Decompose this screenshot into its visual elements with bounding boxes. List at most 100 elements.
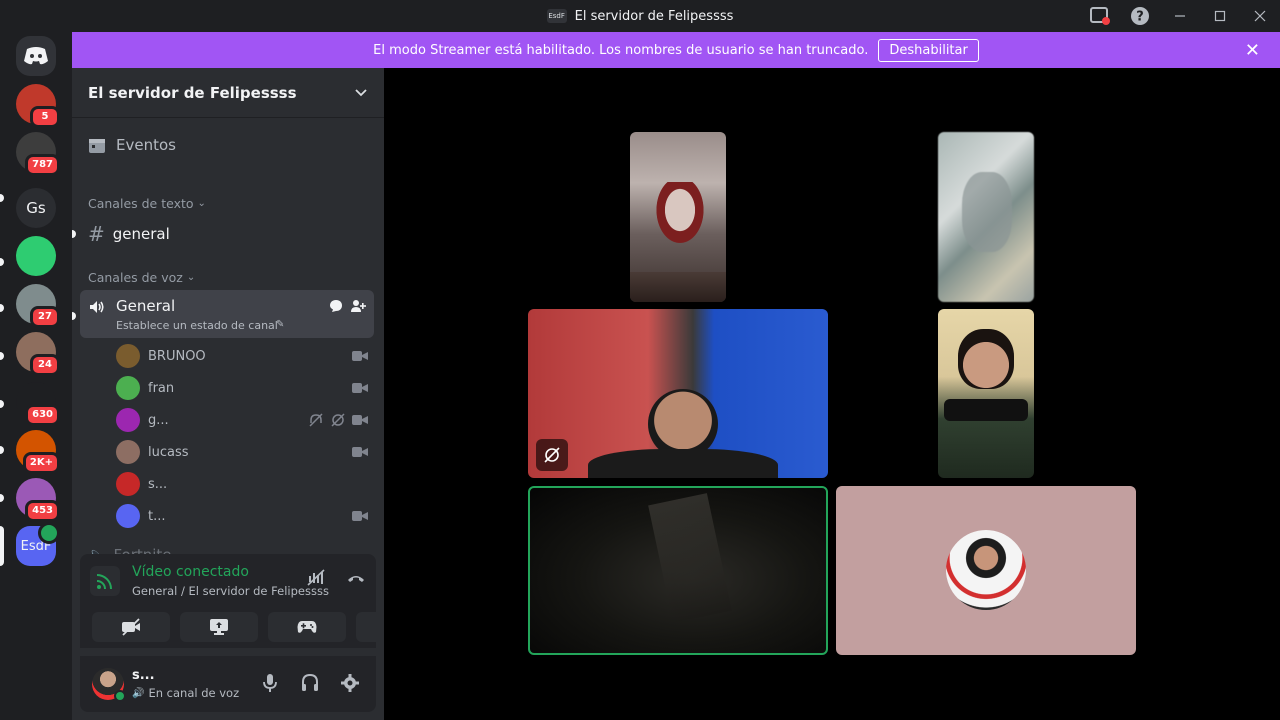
microphone-icon[interactable] bbox=[260, 672, 280, 694]
video-tile-4[interactable] bbox=[938, 309, 1034, 478]
speaker-small-icon: 🔊 bbox=[132, 687, 145, 699]
maximize-icon[interactable] bbox=[1200, 0, 1240, 32]
server-icon-4[interactable] bbox=[16, 236, 56, 276]
participant-avatar bbox=[946, 530, 1026, 610]
server-icon-3[interactable]: Gs bbox=[16, 188, 56, 228]
unread-badge: 453 bbox=[25, 500, 60, 522]
screen-share-button[interactable] bbox=[180, 612, 258, 642]
voice-user-avatar bbox=[116, 472, 140, 496]
voice-connection-panel: Vídeo conectado General / El servidor de… bbox=[80, 554, 434, 648]
deafened-icon bbox=[308, 413, 324, 427]
video-tile-5-speaking[interactable] bbox=[528, 486, 828, 655]
settings-gear-icon[interactable] bbox=[340, 672, 360, 694]
text-category[interactable]: Canales de texto ⌄ bbox=[88, 196, 206, 211]
video-tile-2[interactable] bbox=[938, 132, 1034, 302]
voice-user-name: lucass bbox=[148, 444, 189, 460]
voice-user-row[interactable]: fran bbox=[116, 375, 368, 401]
user-panel: s... 🔊 En canal de voz bbox=[80, 656, 376, 712]
disable-streamer-button[interactable]: Deshabilitar bbox=[878, 38, 979, 62]
noise-suppression-icon[interactable] bbox=[306, 568, 326, 588]
user-name[interactable]: s... bbox=[132, 668, 155, 683]
voice-user-row[interactable]: g... bbox=[116, 407, 368, 433]
camera-off-button[interactable] bbox=[92, 612, 170, 642]
voice-user-row[interactable]: BRUNOO bbox=[116, 343, 368, 369]
unread-badge: 5 bbox=[30, 106, 60, 128]
server-icon-9[interactable]: 453 bbox=[16, 478, 60, 522]
voice-user-name: fran bbox=[148, 380, 175, 396]
svg-text:?: ? bbox=[1136, 10, 1144, 25]
voice-user-avatar bbox=[116, 440, 140, 464]
pencil-icon[interactable]: ✎ bbox=[276, 319, 284, 330]
user-status: 🔊 En canal de voz bbox=[132, 686, 240, 700]
discord-home-icon[interactable] bbox=[16, 36, 56, 76]
video-indicator-icon bbox=[38, 522, 60, 544]
activity-button[interactable] bbox=[268, 612, 346, 642]
minimize-icon[interactable] bbox=[1160, 0, 1200, 32]
video-camera-icon bbox=[352, 414, 368, 426]
voice-user-row[interactable]: s... bbox=[116, 471, 368, 497]
muted-icon bbox=[330, 413, 346, 427]
voice-user-row[interactable]: t... bbox=[116, 503, 368, 529]
disconnect-icon[interactable] bbox=[346, 568, 366, 588]
voice-channel-name: General bbox=[116, 297, 176, 315]
server-icon-1[interactable]: 5 bbox=[16, 84, 60, 128]
server-icon-label: Gs bbox=[26, 199, 46, 217]
online-status-dot bbox=[114, 690, 126, 702]
add-member-icon[interactable] bbox=[350, 298, 366, 314]
voice-channel-general[interactable]: General Establece un estado de canal ✎ bbox=[80, 290, 374, 338]
camera-off-overlay-icon bbox=[536, 439, 568, 471]
channel-general-text[interactable]: # general bbox=[88, 222, 170, 246]
events-item[interactable]: Eventos bbox=[88, 136, 176, 154]
unread-badge: 24 bbox=[30, 354, 60, 376]
unread-badge: 27 bbox=[30, 306, 60, 328]
server-mini-icon: EsdF bbox=[546, 9, 567, 23]
video-tile-3[interactable] bbox=[528, 309, 828, 478]
voice-user-avatar bbox=[116, 408, 140, 432]
chevron-down-icon bbox=[354, 86, 368, 100]
signal-icon[interactable] bbox=[90, 566, 120, 596]
server-icon-7[interactable]: 630 bbox=[16, 382, 60, 426]
server-icon-8[interactable]: 2K+ bbox=[16, 430, 60, 474]
help-icon[interactable]: ? bbox=[1120, 0, 1160, 32]
voice-user-name: t... bbox=[148, 508, 166, 524]
video-camera-icon bbox=[352, 382, 368, 394]
unread-badge: 787 bbox=[25, 154, 60, 176]
unread-badge: 2K+ bbox=[22, 452, 60, 474]
video-camera-icon bbox=[352, 510, 368, 522]
inbox-icon[interactable] bbox=[1080, 0, 1120, 32]
calendar-icon bbox=[89, 139, 105, 153]
video-camera-icon bbox=[352, 446, 368, 458]
server-icon-5[interactable]: 27 bbox=[16, 284, 60, 328]
hashtag-icon: # bbox=[88, 222, 105, 246]
voice-user-avatar bbox=[116, 344, 140, 368]
close-banner-icon[interactable]: ✕ bbox=[1245, 40, 1260, 61]
chat-bubble-icon[interactable] bbox=[328, 298, 344, 314]
voice-user-avatar bbox=[116, 376, 140, 400]
server-icon-6[interactable]: 24 bbox=[16, 332, 60, 376]
headphones-icon[interactable] bbox=[300, 672, 320, 694]
voice-user-name: BRUNOO bbox=[148, 348, 206, 364]
voice-user-avatar bbox=[116, 504, 140, 528]
close-window-icon[interactable] bbox=[1240, 0, 1280, 32]
server-icon-2[interactable]: 787 bbox=[16, 132, 60, 176]
voice-connected-subtitle[interactable]: General / El servidor de Felipessss bbox=[132, 584, 329, 598]
video-camera-icon bbox=[352, 350, 368, 362]
server-icon-10[interactable]: EsdF bbox=[16, 522, 60, 566]
voice-user-name: g... bbox=[148, 412, 169, 428]
voice-user-name: s... bbox=[148, 476, 168, 492]
voice-user-row[interactable]: lucass bbox=[116, 439, 368, 465]
banner-text: El modo Streamer está habilitado. Los no… bbox=[373, 42, 869, 58]
video-tile-6-avatar[interactable] bbox=[836, 486, 1136, 655]
video-tile-1[interactable] bbox=[630, 132, 726, 302]
voice-connected-title[interactable]: Vídeo conectado bbox=[132, 564, 249, 580]
speaker-icon bbox=[88, 298, 106, 316]
title-bar: EsdF El servidor de Felipessss ? bbox=[0, 0, 1280, 32]
channel-status[interactable]: Establece un estado de canal bbox=[116, 319, 278, 332]
voice-category[interactable]: Canales de voz ⌄ bbox=[88, 270, 195, 285]
streamer-mode-banner: El modo Streamer está habilitado. Los no… bbox=[72, 32, 1280, 68]
channel-sidebar: El servidor de Felipessss Eventos Canale… bbox=[72, 68, 434, 720]
server-header[interactable]: El servidor de Felipessss bbox=[72, 68, 384, 118]
video-stage bbox=[384, 68, 1280, 720]
server-name: El servidor de Felipessss bbox=[88, 83, 297, 102]
unread-badge: 630 bbox=[25, 404, 60, 426]
